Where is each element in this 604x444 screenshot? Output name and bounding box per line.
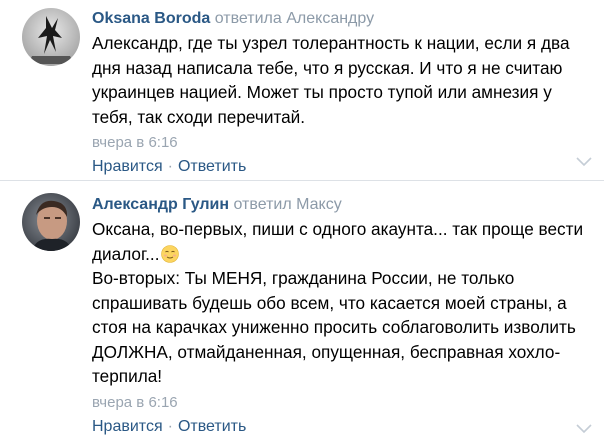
reply-target-link[interactable]: Максу (296, 196, 342, 213)
comment-paragraph: Александр, где ты узрел толерантность к … (92, 33, 570, 127)
comment-actions: Нравится · Ответить (92, 156, 584, 178)
reply-button[interactable]: Ответить (178, 418, 246, 435)
avatar[interactable] (22, 193, 80, 251)
author-name[interactable]: Oksana Boroda (92, 10, 210, 27)
reply-info: ответила Александру (215, 10, 374, 27)
avatar-photo-icon (22, 193, 80, 251)
reply-verb: ответила (214, 10, 282, 27)
comment-header: Александр Гулин ответил Максу (92, 194, 584, 216)
reply-verb: ответил (233, 196, 292, 213)
like-button[interactable]: Нравится (92, 158, 163, 175)
separator: · (167, 158, 173, 175)
comment-header: Oksana Boroda ответила Александру (92, 8, 584, 30)
comment-text: Оксана, во-первых, пиши с одного акаунта… (92, 217, 584, 389)
reply-button[interactable]: Ответить (178, 158, 246, 175)
comment-item: Александр Гулин ответил Максу Оксана, во… (0, 181, 604, 444)
comment-date[interactable]: вчера в 6:16 (92, 393, 584, 413)
comment-paragraph: Во-вторых: Ты МЕНЯ, гражданина России, н… (92, 268, 576, 386)
avatar[interactable] (22, 8, 80, 66)
comment-item: Oksana Boroda ответила Александру Алекса… (0, 0, 604, 181)
like-button[interactable]: Нравится (92, 418, 163, 435)
comment-actions: Нравится · Ответить (92, 416, 584, 438)
chevron-down-icon[interactable] (576, 424, 592, 434)
comment-text: Александр, где ты узрел толерантность к … (92, 31, 584, 129)
avatar-photo-icon (22, 8, 80, 66)
comment-paragraph: Оксана, во-первых, пиши с одного акаунта… (92, 217, 584, 266)
reply-target-link[interactable]: Александру (286, 10, 374, 27)
author-name[interactable]: Александр Гулин (92, 196, 229, 213)
separator: · (167, 417, 173, 435)
chevron-down-icon[interactable] (576, 157, 592, 167)
relieved-face-emoji-icon (161, 244, 180, 263)
comment-date[interactable]: вчера в 6:16 (92, 133, 584, 153)
reply-info: ответил Максу (234, 196, 342, 213)
